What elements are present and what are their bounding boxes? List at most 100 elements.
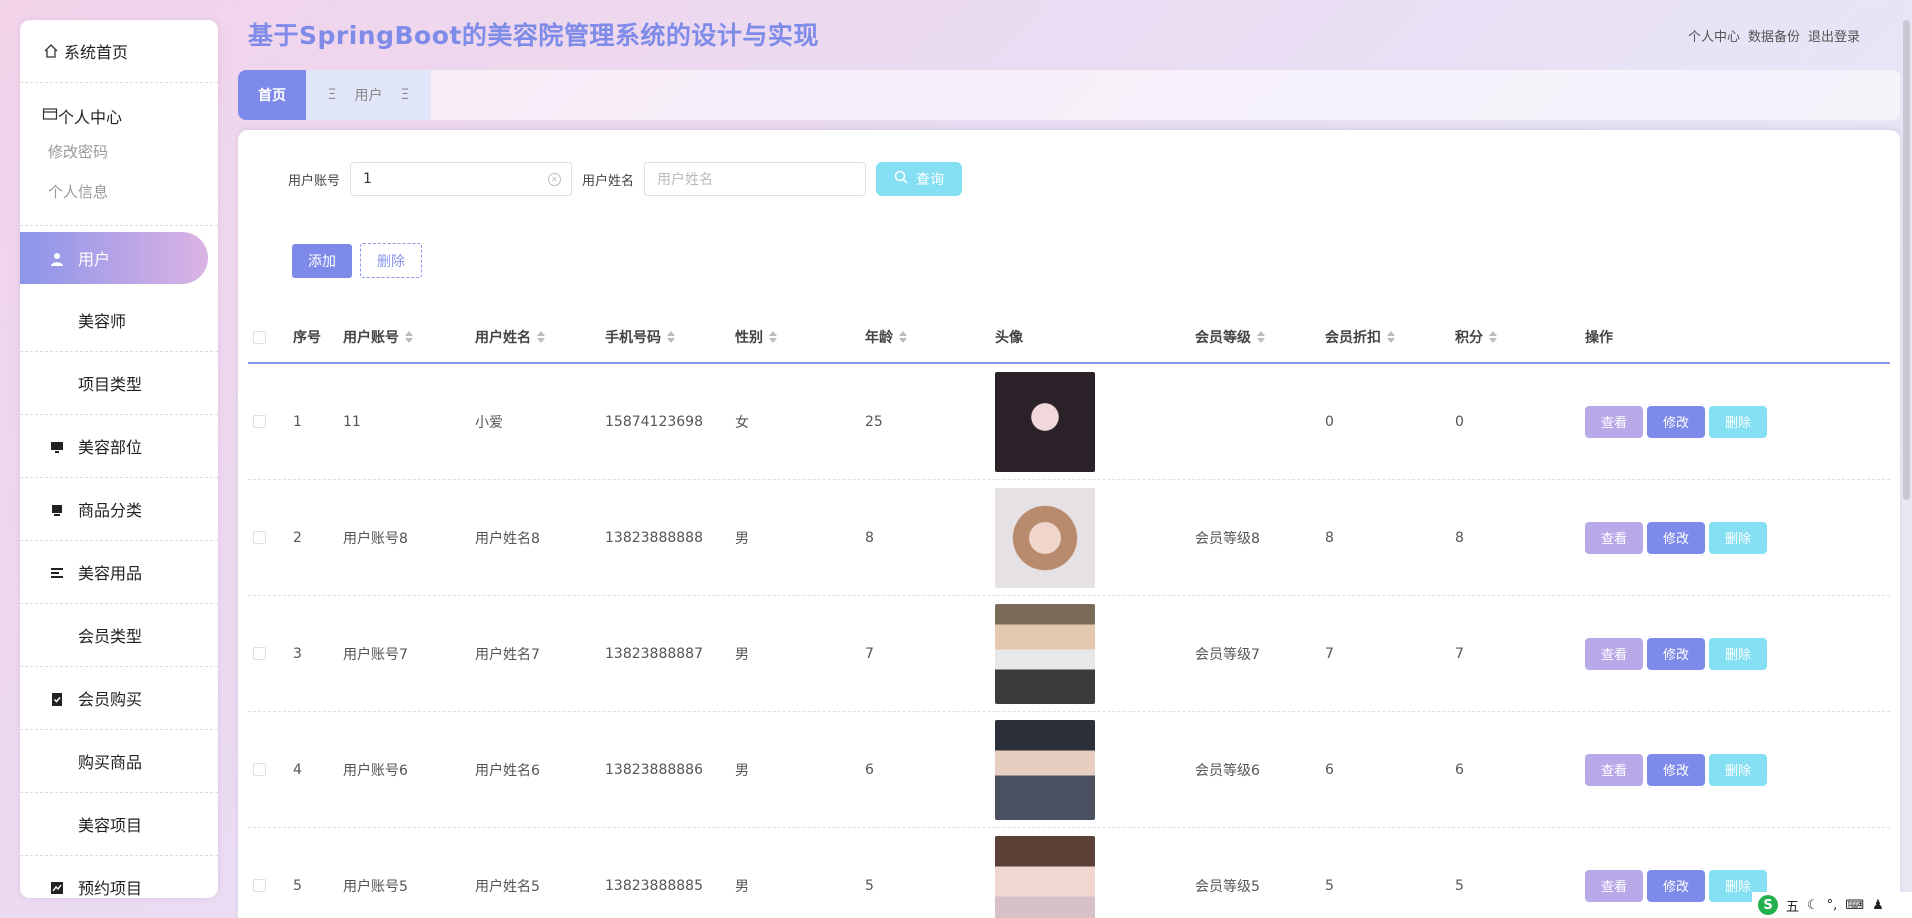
grid-icon [50,817,64,831]
sort-icon[interactable] [667,331,675,343]
sidebar-item-project-type[interactable]: 项目类型 [20,352,218,415]
sidebar-item-member-type[interactable]: 会员类型 [20,604,218,667]
edit-button[interactable]: 修改 [1647,521,1705,554]
cell-no: 3 [293,645,302,662]
sort-icon[interactable] [1387,331,1395,343]
delete-button[interactable]: 删除 [1709,405,1767,438]
keyboard-icon[interactable]: ⌨ [1845,898,1864,913]
cell-level: 会员等级8 [1195,530,1260,547]
batch-delete-button[interactable]: 删除 [360,243,422,278]
header-points[interactable]: 积分 [1455,327,1585,347]
delete-button[interactable]: 删除 [1709,521,1767,554]
add-button[interactable]: 添加 [292,244,352,278]
view-button[interactable]: 查看 [1585,405,1643,438]
sort-icon[interactable] [405,331,413,343]
link-personal-center[interactable]: 个人中心 [1688,26,1740,45]
account-input[interactable]: 1 ✕ [350,162,573,196]
tab-home[interactable]: 首页 [238,70,306,120]
sogou-icon[interactable]: S [1758,895,1778,915]
header-name[interactable]: 用户姓名 [475,327,605,347]
cell-phone: 15874123698 [605,413,703,430]
sort-icon[interactable] [537,331,545,343]
sidebar-item-beautician[interactable]: 美容师 [20,289,218,352]
edit-button[interactable]: 修改 [1647,869,1705,902]
header-age[interactable]: 年龄 [865,327,995,347]
view-button[interactable]: 查看 [1585,869,1643,902]
header-account[interactable]: 用户账号 [343,327,475,347]
sidebar-item-personal[interactable]: 个人中心 [20,101,218,131]
sidebar-item-appointment[interactable]: 预约项目 [20,856,218,898]
row-checkbox[interactable] [253,647,266,660]
tab-user[interactable]: Ξ 用户 Ξ [306,70,431,120]
row-checkbox[interactable] [253,531,266,544]
sort-icon[interactable] [769,331,777,343]
header-level[interactable]: 会员等级 [1195,327,1325,347]
header-phone[interactable]: 手机号码 [605,327,735,347]
link-data-backup[interactable]: 数据备份 [1748,26,1800,45]
app-title: 基于SpringBoot的美容院管理系统的设计与实现 [248,21,819,50]
view-button[interactable]: 查看 [1585,753,1643,786]
cell-points: 6 [1455,761,1464,778]
sidebar-item-beauty-part[interactable]: 美容部位 [20,415,218,478]
main-panel: 用户账号 1 ✕ 用户姓名 用户姓名 查询 添加 删除 序号 用户账号 用户姓名… [238,130,1900,918]
sidebar-item-beauty-supplies[interactable]: 美容用品 [20,541,218,604]
link-logout[interactable]: 退出登录 [1808,26,1860,45]
grid-icon [50,628,64,642]
sidebar-item-buy-product[interactable]: 购买商品 [20,730,218,793]
sidebar-subitem-change-password[interactable]: 修改密码 [20,131,218,171]
top-links: 个人中心 数据备份 退出登录 [1688,26,1860,45]
moon-icon[interactable]: ☾ [1807,898,1819,913]
sidebar-item-product-category[interactable]: 商品分类 [20,478,218,541]
row-checkbox[interactable] [253,763,266,776]
cell-phone: 13823888885 [605,877,703,894]
sidebar-item-label: 美容项目 [78,816,143,835]
cell-name: 用户姓名7 [475,646,540,663]
sidebar-item-label: 美容用品 [78,564,143,583]
cell-phone: 13823888887 [605,645,703,662]
sidebar-item-member-purchase[interactable]: 会员购买 [20,667,218,730]
cell-discount: 8 [1325,529,1334,546]
avatar[interactable] [995,371,1095,472]
cell-age: 8 [865,529,874,546]
table-header: 序号 用户账号 用户姓名 手机号码 性别 年龄 头像 会员等级 会员折扣 积分 … [248,312,1890,364]
cell-no: 2 [293,529,302,546]
sort-icon[interactable] [899,331,907,343]
edit-button[interactable]: 修改 [1647,637,1705,670]
edit-button[interactable]: 修改 [1647,753,1705,786]
sidebar-item-label: 会员类型 [78,627,143,646]
avatar[interactable] [995,719,1095,820]
header-gender[interactable]: 性别 [735,327,865,347]
header-discount[interactable]: 会员折扣 [1325,327,1455,347]
sidebar-item-beauty-project[interactable]: 美容项目 [20,793,218,856]
clear-icon[interactable]: ✕ [548,173,562,186]
sidebar-item-home[interactable]: 系统首页 [20,20,218,83]
cell-age: 25 [865,413,883,430]
view-button[interactable]: 查看 [1585,637,1643,670]
edit-button[interactable]: 修改 [1647,405,1705,438]
punct-icon[interactable]: °, [1827,898,1838,913]
sidebar-item-user[interactable]: 用户 [20,232,208,284]
cell-no: 5 [293,877,302,894]
sort-icon[interactable] [1489,331,1497,343]
name-input[interactable]: 用户姓名 [644,162,867,196]
page-scrollbar[interactable] [1903,20,1910,890]
avatar[interactable] [995,487,1095,588]
select-all-checkbox[interactable] [253,330,266,344]
delete-button[interactable]: 删除 [1709,637,1767,670]
ime-mode[interactable]: 五 [1786,896,1799,915]
view-button[interactable]: 查看 [1585,521,1643,554]
query-button[interactable]: 查询 [876,162,963,196]
sidebar-subitem-personal-info[interactable]: 个人信息 [20,171,218,211]
avatar[interactable] [995,835,1095,918]
row-checkbox[interactable] [253,415,266,428]
header-actions: 操作 [1585,330,1613,346]
cell-name: 小爱 [475,414,503,431]
avatar[interactable] [995,603,1095,704]
header-avatar: 头像 [995,330,1023,346]
cell-level: 会员等级5 [1195,878,1260,895]
row-checkbox[interactable] [253,879,266,892]
delete-button[interactable]: 删除 [1709,753,1767,786]
user-icon[interactable]: ♟ [1872,898,1884,913]
sort-icon[interactable] [1257,331,1265,343]
sidebar-item-label: 个人中心 [58,108,123,127]
